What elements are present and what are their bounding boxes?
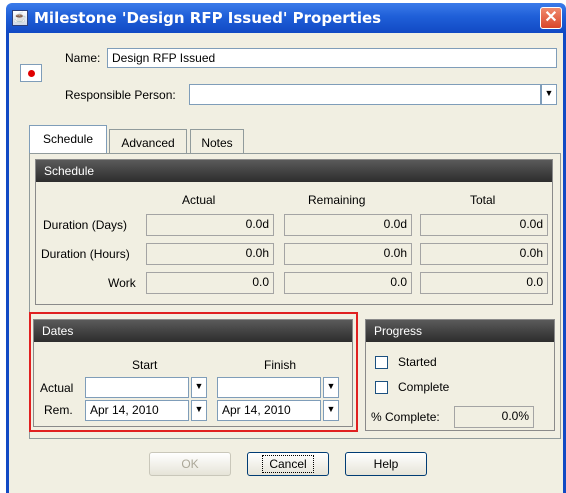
rem-label: Rem.: [44, 403, 73, 417]
tab-schedule-label: Schedule: [42, 132, 94, 146]
duration-hours-actual: 0.0h: [146, 243, 274, 265]
responsible-dropdown-icon[interactable]: ▼: [541, 84, 557, 105]
actual-finish-field[interactable]: [217, 377, 321, 398]
actual-start-dropdown-icon[interactable]: ▼: [191, 377, 207, 398]
name-label: Name:: [65, 51, 101, 65]
name-field[interactable]: Design RFP Issued: [107, 48, 557, 68]
java-cup-icon: ☕: [12, 10, 28, 26]
window-title: Milestone 'Design RFP Issued' Properties: [34, 9, 382, 27]
actual-finish-dropdown-icon[interactable]: ▼: [323, 377, 339, 398]
duration-days-actual: 0.0d: [146, 214, 274, 236]
col-total: Total: [470, 193, 496, 207]
tab-notes-label: Notes: [201, 136, 233, 150]
duration-hours-label: Duration (Hours): [41, 247, 130, 261]
rem-start-field[interactable]: Apr 14, 2010: [85, 400, 189, 421]
duration-hours-remaining: 0.0h: [284, 243, 412, 265]
dates-panel: Dates Start Finish Actual ▼ ▼ Rem. Apr 1…: [33, 319, 353, 427]
complete-checkbox[interactable]: [375, 381, 388, 394]
responsible-person-label: Responsible Person:: [65, 88, 176, 102]
finish-label: Finish: [264, 358, 297, 372]
actual-label: Actual: [40, 381, 74, 395]
start-label: Start: [132, 358, 158, 372]
schedule-panel: Schedule Actual Remaining Total Duration…: [35, 159, 553, 305]
actual-start-field[interactable]: [85, 377, 189, 398]
responsible-person-select[interactable]: [189, 84, 541, 105]
duration-days-remaining: 0.0d: [284, 214, 412, 236]
help-button[interactable]: Help: [345, 452, 427, 476]
cancel-button[interactable]: Cancel: [247, 452, 329, 476]
work-label: Work: [108, 276, 136, 290]
duration-days-label: Duration (Days): [43, 218, 128, 232]
milestone-marker[interactable]: [20, 64, 42, 82]
tab-schedule[interactable]: Schedule: [29, 125, 107, 153]
rem-finish-dropdown-icon[interactable]: ▼: [323, 400, 339, 421]
work-total: 0.0: [420, 272, 548, 294]
ok-button[interactable]: OK: [149, 452, 231, 476]
percent-complete-value: 0.0%: [454, 406, 534, 428]
rem-finish-field[interactable]: Apr 14, 2010: [217, 400, 321, 421]
col-actual: Actual: [182, 193, 216, 207]
tab-notes[interactable]: Notes: [190, 129, 244, 153]
tab-advanced-label: Advanced: [121, 136, 175, 150]
dates-panel-header: Dates: [34, 320, 352, 342]
title-bar[interactable]: ☕ Milestone 'Design RFP Issued' Properti…: [6, 3, 566, 33]
col-remaining: Remaining: [308, 193, 366, 207]
schedule-panel-header: Schedule: [36, 160, 552, 182]
percent-complete-label: % Complete:: [371, 410, 440, 424]
tab-advanced[interactable]: Advanced: [109, 129, 187, 153]
progress-panel-header: Progress: [366, 320, 554, 342]
rem-start-dropdown-icon[interactable]: ▼: [191, 400, 207, 421]
progress-panel: Progress Started Complete % Complete: 0.…: [365, 319, 555, 431]
properties-dialog: Name: Design RFP Issued Responsible Pers…: [6, 33, 566, 493]
started-checkbox[interactable]: [375, 356, 388, 369]
work-actual: 0.0: [146, 272, 274, 294]
duration-hours-total: 0.0h: [420, 243, 548, 265]
work-remaining: 0.0: [284, 272, 412, 294]
started-label: Started: [398, 355, 437, 369]
complete-label: Complete: [398, 380, 450, 394]
red-dot-icon: [28, 70, 35, 77]
duration-days-total: 0.0d: [420, 214, 548, 236]
close-button[interactable]: ✕: [540, 7, 562, 29]
cancel-button-label: Cancel: [262, 455, 314, 473]
